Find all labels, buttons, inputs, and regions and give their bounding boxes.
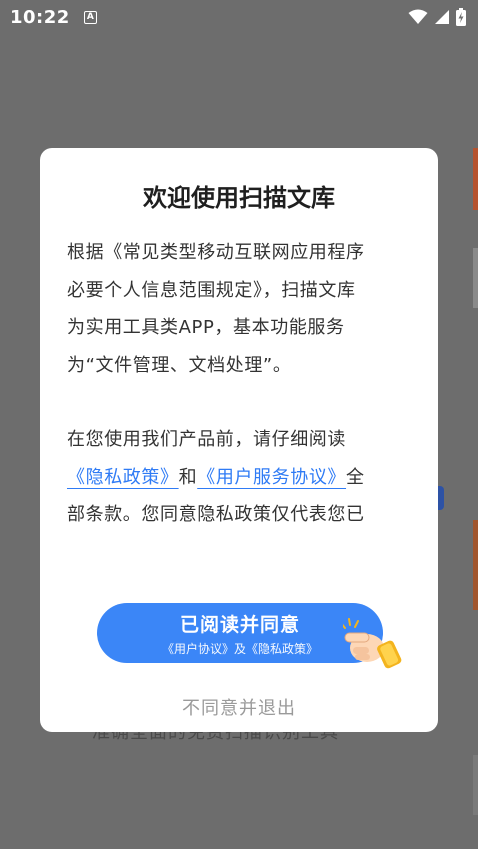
- status-icons: [408, 8, 466, 26]
- body-line: 部条款。您同意隐私政策仅代表您已: [67, 504, 365, 525]
- battery-charging-icon: [456, 8, 466, 26]
- user-agreement-link[interactable]: 《用户服务协议》: [197, 467, 346, 488]
- notification-a-icon: A: [83, 10, 97, 24]
- background-card-edge: [473, 755, 478, 815]
- body-line: 必要个人信息范围规定》，扫描文库: [67, 279, 356, 301]
- agree-button-sublabel: 《用户协议》及《隐私政策》: [161, 641, 318, 656]
- agree-button[interactable]: 已阅读并同意 《用户协议》及《隐私政策》: [97, 603, 383, 663]
- body-line: 为“文件管理、文档处理”。: [67, 354, 292, 376]
- and-text: 和: [178, 466, 198, 488]
- background-card-edge: [473, 248, 478, 308]
- background-banner-edge: [473, 148, 478, 210]
- status-time: 10:22: [10, 6, 70, 28]
- cell-signal-icon: [435, 10, 449, 24]
- pointing-hand-icon: [343, 618, 402, 669]
- dialog-title: 欢迎使用扫描文库: [143, 184, 335, 212]
- body-line: 根据《常见类型移动互联网应用程序: [67, 242, 365, 263]
- all-text: 全: [346, 466, 365, 488]
- decline-button[interactable]: 不同意并退出: [40, 694, 438, 720]
- dialog-body[interactable]: 根据《常见类型移动互联网应用程序 必要个人信息范围规定》，扫描文库 为实用工具类…: [67, 234, 413, 552]
- body-line-links: 《隐私政策》和《用户服务协议》全: [67, 459, 413, 497]
- background-card-edge: [473, 520, 478, 610]
- privacy-consent-dialog: 欢迎使用扫描文库 根据《常见类型移动互联网应用程序 必要个人信息范围规定》，扫描…: [40, 148, 438, 732]
- wifi-icon: [408, 9, 428, 24]
- body-line: 在您使用我们产品前，请仔细阅读: [67, 429, 346, 450]
- agree-button-label: 已阅读并同意: [179, 613, 300, 636]
- status-bar: 10:22 A: [0, 0, 478, 34]
- body-line: 为实用工具类APP，基本功能服务: [67, 317, 345, 338]
- privacy-policy-link[interactable]: 《隐私政策》: [67, 467, 179, 488]
